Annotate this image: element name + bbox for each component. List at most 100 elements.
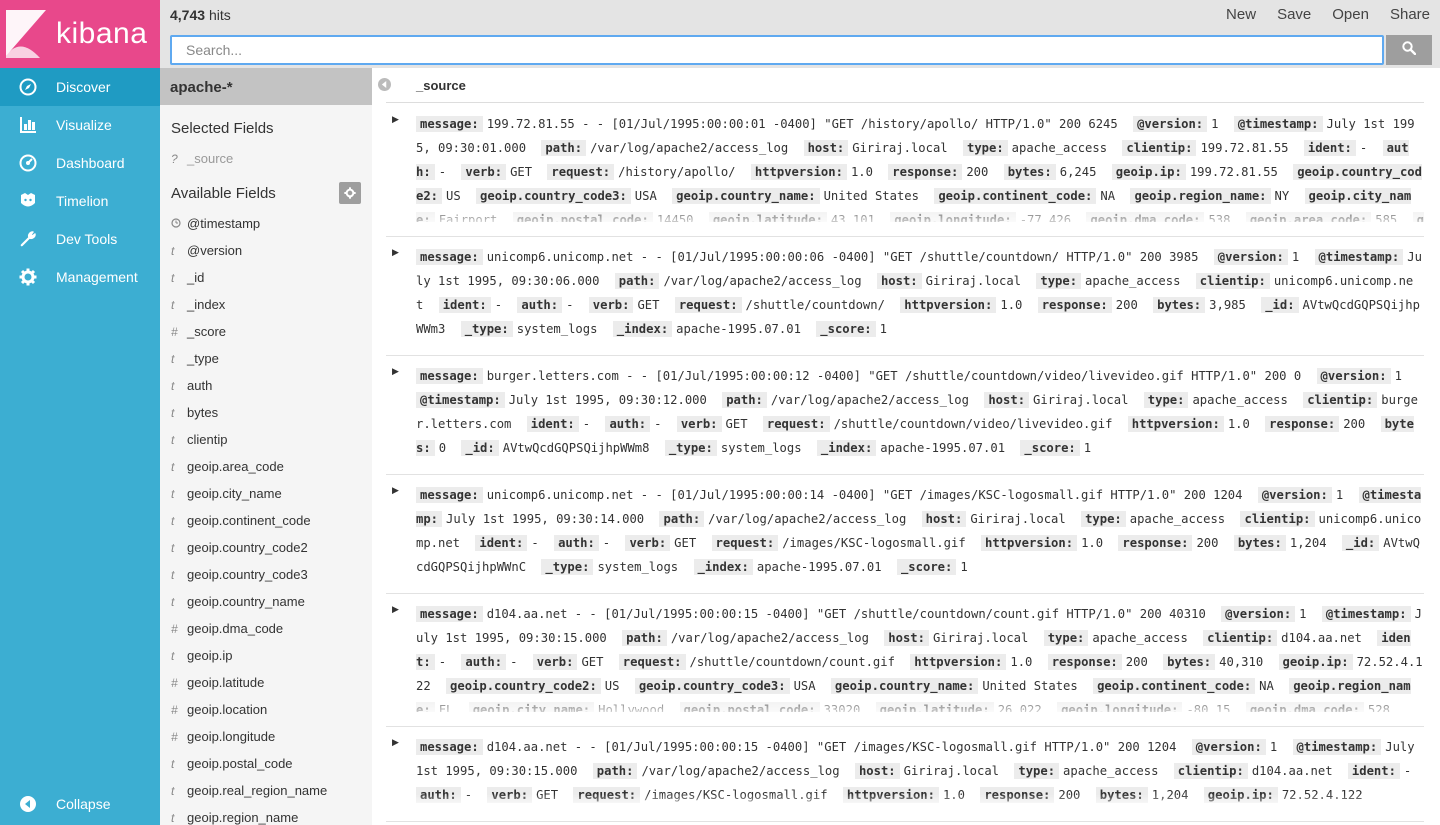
nav-item-dashboard[interactable]: Dashboard xyxy=(0,144,160,182)
open-button[interactable]: Open xyxy=(1332,6,1369,23)
nav-item-management[interactable]: Management xyxy=(0,258,160,296)
field-value: 1.0 xyxy=(942,788,965,802)
field-value: d104.aa.net - - [01/Jul/1995:00:00:15 -0… xyxy=(486,740,1177,754)
field-key: geoip.country_name: xyxy=(830,678,979,694)
field-value: - xyxy=(494,298,503,312)
field-value: 40,310 xyxy=(1219,655,1264,669)
field-item[interactable]: t auth xyxy=(160,372,372,399)
field-value: - xyxy=(602,536,611,550)
field-item[interactable]: t geoip.country_code2 xyxy=(160,534,372,561)
field-key: geoip.area_code: xyxy=(1245,212,1372,222)
field-item[interactable]: t clientip xyxy=(160,426,372,453)
field-item[interactable]: # geoip.latitude xyxy=(160,669,372,696)
compass-icon xyxy=(18,77,38,97)
collapse-sidebar-button[interactable] xyxy=(378,78,391,91)
field-value: Hollywood xyxy=(598,703,665,712)
index-pattern-selector[interactable]: apache-* xyxy=(160,68,372,105)
field-item[interactable]: t @version xyxy=(160,237,372,264)
field-value: NA xyxy=(1259,679,1274,693)
field-item[interactable]: t geoip.ip xyxy=(160,642,372,669)
field-value: GET xyxy=(637,298,660,312)
field-key: auth: xyxy=(416,787,461,803)
field-item[interactable]: # geoip.longitude xyxy=(160,723,372,750)
field-item[interactable]: t bytes xyxy=(160,399,372,426)
field-key: _index: xyxy=(612,321,673,337)
field-name: geoip.country_name xyxy=(187,594,305,609)
expand-row-caret-icon[interactable]: ▶ xyxy=(392,485,399,496)
field-key: path: xyxy=(592,763,638,779)
field-name: _id xyxy=(187,270,205,285)
document-source: message: d104.aa.net - - [01/Jul/1995:00:… xyxy=(416,735,1424,807)
field-item[interactable]: @timestamp xyxy=(160,210,372,237)
collapse-button[interactable]: Collapse xyxy=(0,785,160,823)
field-key: type: xyxy=(1043,630,1089,646)
field-key: geoip.country_code3: xyxy=(634,678,790,694)
field-item[interactable]: t geoip.postal_code xyxy=(160,750,372,777)
field-item[interactable]: t geoip.country_name xyxy=(160,588,372,615)
field-key: geoip.latitude: xyxy=(875,702,994,712)
field-value: apache-1995.07.01 xyxy=(676,322,801,336)
nav-item-discover[interactable]: Discover xyxy=(0,68,160,106)
field-value: apache_access xyxy=(1129,512,1226,526)
field-item[interactable]: t _id xyxy=(160,264,372,291)
field-item[interactable]: t _index xyxy=(160,291,372,318)
nav-item-visualize[interactable]: Visualize xyxy=(0,106,160,144)
field-value: 43.101 xyxy=(830,213,875,222)
nav-item-timelion[interactable]: Timelion xyxy=(0,182,160,220)
field-item[interactable]: t geoip.region_name xyxy=(160,804,372,825)
expand-row-caret-icon[interactable]: ▶ xyxy=(392,737,399,748)
field-value: 199.72.81.55 - - [01/Jul/1995:00:00:01 -… xyxy=(486,117,1118,131)
hits-count: 4,743 hits xyxy=(170,7,231,23)
field-item[interactable]: t _type xyxy=(160,345,372,372)
field-value: /images/KSC-logosmall.gif xyxy=(644,788,828,802)
field-item[interactable]: # _score xyxy=(160,318,372,345)
document-row: ▶ message: unicomp6.unicomp.net - - [01/Ju… xyxy=(386,237,1424,356)
field-key: geoip.ip: xyxy=(1203,787,1278,803)
field-key: auth: xyxy=(461,654,507,670)
field-item[interactable]: t geoip.area_code xyxy=(160,453,372,480)
field-value: 200 xyxy=(1343,417,1366,431)
kibana-logo[interactable]: kibana xyxy=(0,0,160,68)
field-item[interactable]: t geoip.city_name xyxy=(160,480,372,507)
share-button[interactable]: Share xyxy=(1390,6,1430,23)
field-value: Giriraj.local xyxy=(1033,393,1129,407)
field-item[interactable]: t geoip.real_region_name xyxy=(160,777,372,804)
field-settings-button[interactable] xyxy=(339,182,361,204)
field-value: GET xyxy=(581,655,604,669)
document-row: ▶ message: d104.aa.net - - [01/Jul/1995:00… xyxy=(386,727,1424,822)
search-button[interactable] xyxy=(1386,35,1432,65)
expand-row-caret-icon[interactable]: ▶ xyxy=(392,604,399,615)
field-name: geoip.real_region_name xyxy=(187,783,328,798)
field-value: 1 xyxy=(1211,117,1219,131)
field-key: _type: xyxy=(460,321,513,337)
field-key: clientip: xyxy=(1203,630,1278,646)
field-type-icon: t xyxy=(171,486,175,501)
field-value: 72.52.4.122 xyxy=(1281,788,1363,802)
expand-row-caret-icon[interactable]: ▶ xyxy=(392,366,399,377)
field-value: 1,204 xyxy=(1151,788,1189,802)
field-key: _score: xyxy=(896,559,957,575)
field-value: apache_access xyxy=(1092,631,1188,645)
field-key: request: xyxy=(711,535,779,551)
field-name: _index xyxy=(187,297,226,312)
field-key: @timestamp: xyxy=(416,392,505,408)
field-key: host: xyxy=(984,392,1030,408)
field-type-icon: t xyxy=(171,378,175,393)
field-key: request: xyxy=(618,654,686,670)
search-input[interactable] xyxy=(170,35,1384,65)
field-key: path: xyxy=(722,392,767,408)
field-item-source[interactable]: ? _source xyxy=(160,145,372,172)
nav-item-dev-tools[interactable]: Dev Tools xyxy=(0,220,160,258)
field-item[interactable]: t geoip.continent_code xyxy=(160,507,372,534)
save-button[interactable]: Save xyxy=(1277,6,1311,23)
field-item[interactable]: # geoip.dma_code xyxy=(160,615,372,642)
document-source: message: unicomp6.unicomp.net - - [01/Jul… xyxy=(416,245,1424,341)
new-button[interactable]: New xyxy=(1226,6,1256,23)
field-value: 200 xyxy=(1196,536,1219,550)
field-value: 1.0 xyxy=(1010,655,1033,669)
expand-row-caret-icon[interactable]: ▶ xyxy=(392,114,399,125)
expand-row-caret-icon[interactable]: ▶ xyxy=(392,247,399,258)
field-item[interactable]: # geoip.location xyxy=(160,696,372,723)
field-name: geoip.ip xyxy=(187,648,233,663)
field-item[interactable]: t geoip.country_code3 xyxy=(160,561,372,588)
